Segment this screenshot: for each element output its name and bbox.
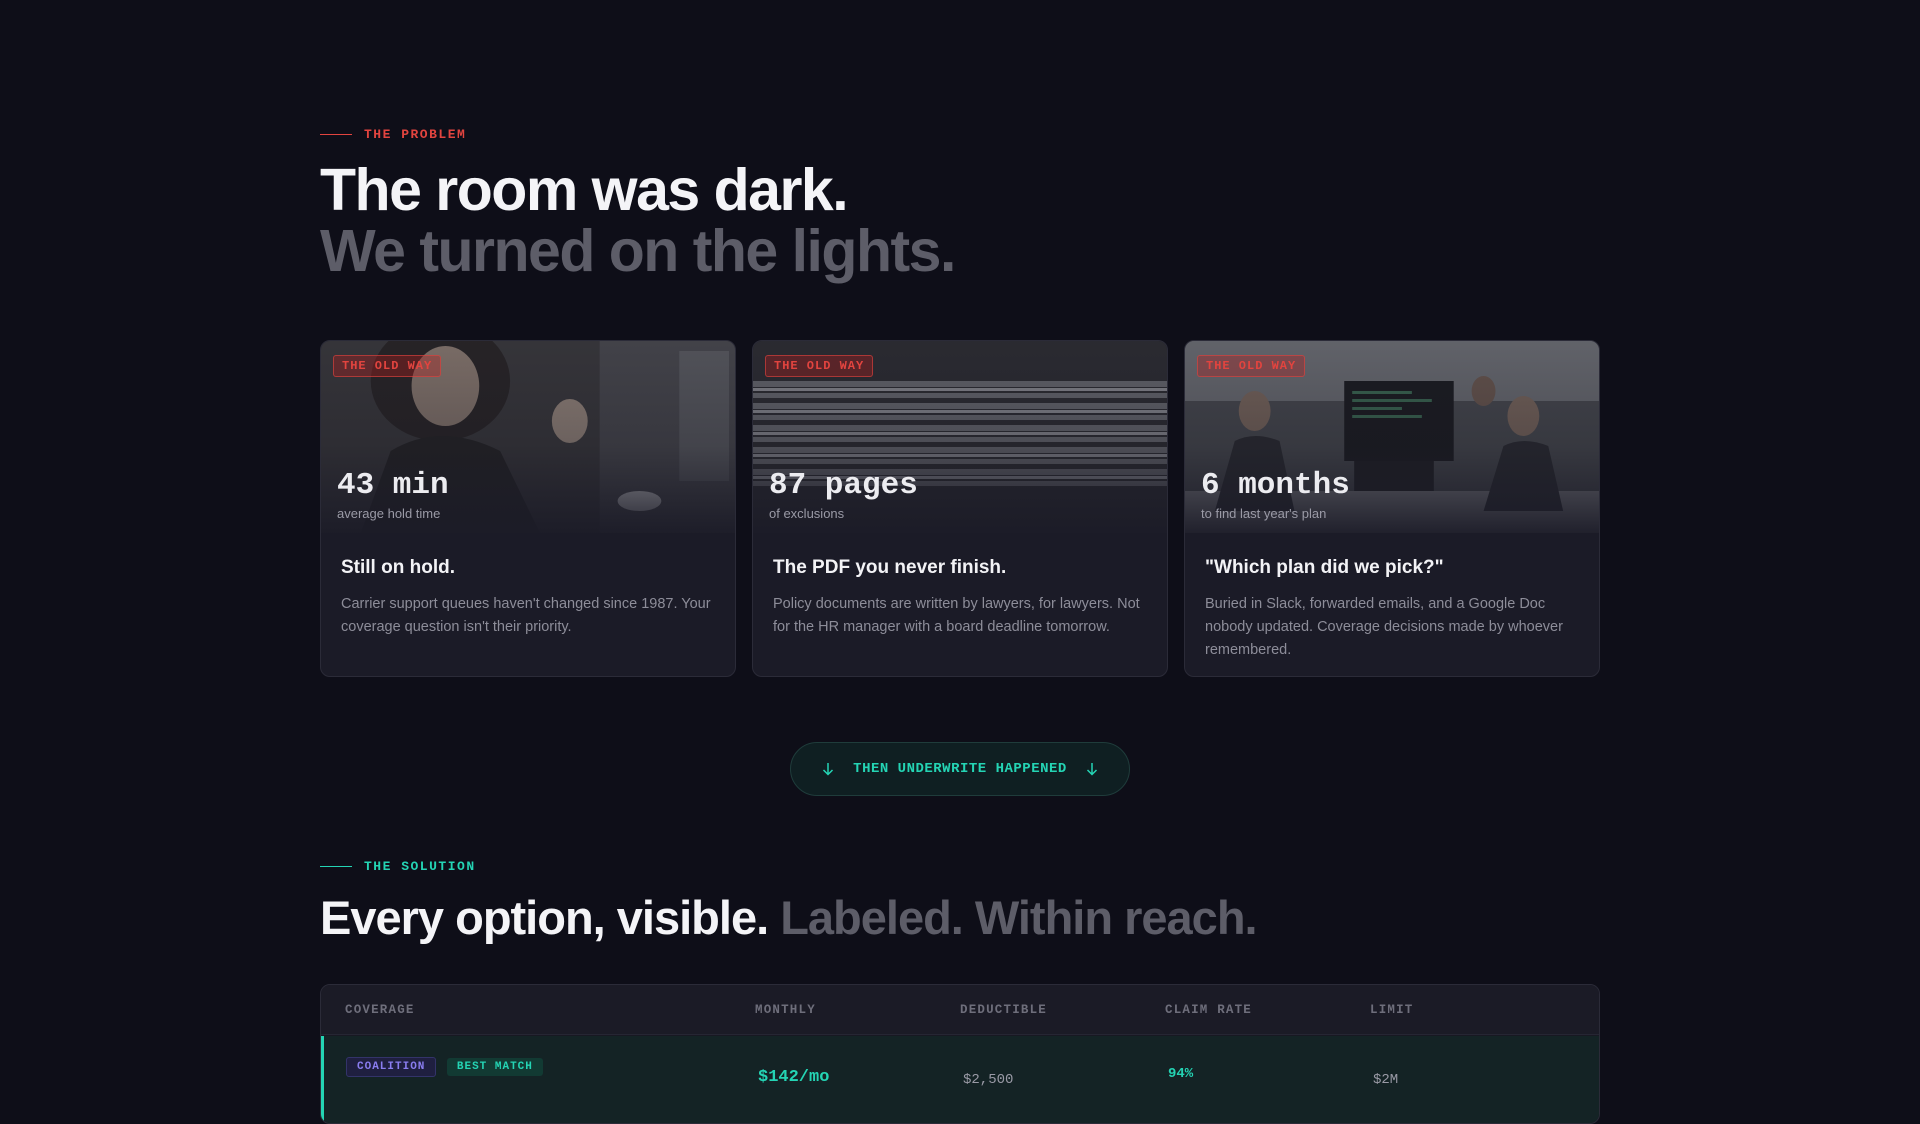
headline-line-2: We turned on the lights. bbox=[320, 218, 956, 284]
card-image-phone-call: THE OLD WAY 43 min average hold time bbox=[321, 341, 735, 533]
solution-headline: Every option, visible. Labeled. Within r… bbox=[320, 890, 1258, 945]
solution-headline-primary: Every option, visible. bbox=[320, 891, 769, 944]
card-image-office-meeting: THE OLD WAY 6 months to find last year's… bbox=[1185, 341, 1599, 533]
card-title: The PDF you never finish. bbox=[773, 557, 1007, 578]
transition-label: THEN UNDERWRITE HAPPENED bbox=[853, 761, 1067, 777]
header-monthly[interactable]: MONTHLY bbox=[755, 1003, 816, 1017]
card-title: "Which plan did we pick?" bbox=[1205, 557, 1444, 578]
table-header: COVERAGE MONTHLY DEDUCTIBLE CLAIM RATE L… bbox=[321, 985, 1599, 1035]
arrow-down-icon bbox=[823, 763, 834, 776]
eyebrow-line bbox=[320, 866, 352, 867]
problem-headline: The room was dark. We turned on the ligh… bbox=[320, 157, 956, 284]
header-deductible[interactable]: DEDUCTIBLE bbox=[960, 1003, 1047, 1017]
card-text: Carrier support queues haven't changed s… bbox=[341, 596, 711, 635]
card-body: "Which plan did we pick?" Buried in Slac… bbox=[1185, 533, 1599, 662]
solution-eyebrow-label: THE SOLUTION bbox=[364, 859, 476, 874]
then-underwrite-button[interactable]: THEN UNDERWRITE HAPPENED bbox=[790, 742, 1130, 796]
problem-card-hold: THE OLD WAY 43 min average hold time Sti… bbox=[320, 340, 736, 677]
card-image-paper-stack: THE OLD WAY 87 pages of exclusions bbox=[753, 341, 1167, 533]
problem-eyebrow: THE PROBLEM bbox=[320, 127, 466, 142]
deductible-value: $2,500 bbox=[963, 1072, 1014, 1088]
monthly-value: $142/mo bbox=[758, 1068, 830, 1087]
header-claim-rate[interactable]: CLAIM RATE bbox=[1165, 1003, 1252, 1017]
header-coverage[interactable]: COVERAGE bbox=[345, 1003, 415, 1017]
stat-label: of exclusions bbox=[769, 506, 845, 521]
table-row[interactable]: COALITION BEST MATCH $142/mo $2,500 94% … bbox=[321, 1036, 1599, 1123]
solution-headline-secondary: Labeled. Within reach. bbox=[780, 891, 1257, 944]
card-body: The PDF you never finish. Policy documen… bbox=[753, 533, 1167, 639]
stat-value: 87 pages bbox=[769, 468, 918, 503]
solution-eyebrow: THE SOLUTION bbox=[320, 859, 476, 874]
problem-card-pdf: THE OLD WAY 87 pages of exclusions The P… bbox=[752, 340, 1168, 677]
card-body: Still on hold. Carrier support queues ha… bbox=[321, 533, 735, 639]
best-match-badge: BEST MATCH bbox=[446, 1058, 543, 1076]
card-text: Policy documents are written by lawyers,… bbox=[773, 596, 1140, 635]
row-tags: COALITION BEST MATCH bbox=[346, 1056, 543, 1077]
eyebrow-line bbox=[320, 134, 352, 135]
header-limit[interactable]: LIMIT bbox=[1370, 1003, 1414, 1017]
card-title: Still on hold. bbox=[341, 557, 455, 578]
problem-cards: THE OLD WAY 43 min average hold time Sti… bbox=[320, 340, 1600, 677]
stat-value: 6 months bbox=[1201, 468, 1350, 503]
old-way-badge: THE OLD WAY bbox=[765, 355, 874, 377]
coverage-table: COVERAGE MONTHLY DEDUCTIBLE CLAIM RATE L… bbox=[320, 984, 1600, 1124]
stat-value: 43 min bbox=[337, 468, 449, 503]
stat-label: to find last year's plan bbox=[1201, 506, 1327, 521]
problem-eyebrow-label: THE PROBLEM bbox=[364, 127, 467, 142]
carrier-badge: COALITION bbox=[346, 1057, 437, 1077]
arrow-down-icon bbox=[1086, 763, 1097, 776]
limit-value: $2M bbox=[1373, 1072, 1399, 1088]
old-way-badge: THE OLD WAY bbox=[1197, 355, 1306, 377]
problem-card-plan: THE OLD WAY 6 months to find last year's… bbox=[1184, 340, 1600, 677]
card-text: Buried in Slack, forwarded emails, and a… bbox=[1205, 596, 1563, 658]
stat-label: average hold time bbox=[337, 506, 441, 521]
headline-line-1: The room was dark. bbox=[320, 157, 849, 223]
old-way-badge: THE OLD WAY bbox=[333, 355, 442, 377]
